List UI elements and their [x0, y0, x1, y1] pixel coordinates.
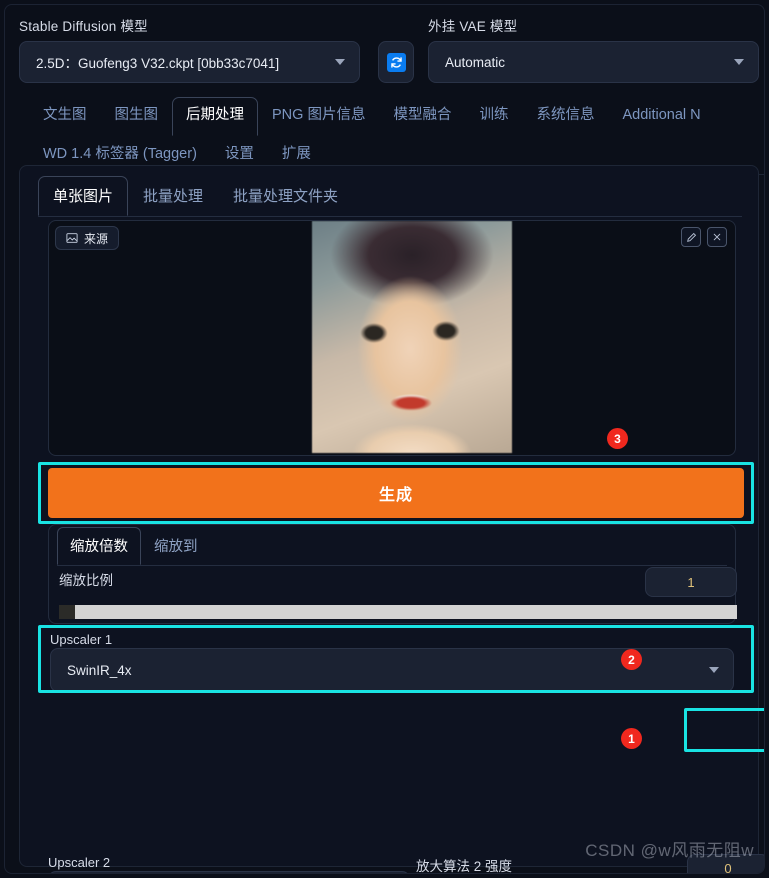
slider-track: [59, 605, 737, 619]
image-area[interactable]: 来源: [48, 220, 736, 456]
upscaler2-strength-label: 放大算法 2 强度: [416, 859, 513, 874]
tab-extras[interactable]: 后期处理: [172, 97, 258, 136]
image-icon: [66, 233, 78, 243]
vae-model-label: 外挂 VAE 模型: [428, 19, 518, 34]
highlight-scale-ratio: [684, 708, 764, 752]
tab-txt2img[interactable]: 文生图: [29, 97, 101, 136]
scale-ratio-number[interactable]: 1: [645, 567, 737, 597]
pencil-icon[interactable]: [681, 227, 701, 247]
scale-ratio-label: 缩放比例: [59, 573, 113, 588]
vae-model-group: 外挂 VAE 模型 Automatic: [428, 15, 759, 83]
main-tab-bar: 文生图 图生图 后期处理 PNG 图片信息 模型融合 训练 系统信息 Addit…: [19, 97, 764, 176]
upscaler2-group: None: [48, 871, 410, 873]
sd-model-label: Stable Diffusion 模型: [19, 19, 148, 34]
upscaler2-dropdown[interactable]: None: [48, 871, 410, 873]
model-selection-row: Stable Diffusion 模型 2.5D：Guofeng3 V32.ck…: [19, 15, 759, 87]
tab-scale-to[interactable]: 缩放到: [141, 527, 211, 565]
annotation-badge-1: 1: [621, 728, 642, 749]
vae-model-dropdown[interactable]: Automatic: [428, 41, 759, 83]
generate-button[interactable]: 生成: [48, 468, 744, 518]
tab-train[interactable]: 训练: [465, 97, 522, 136]
tab-scale-by[interactable]: 缩放倍数: [57, 527, 141, 565]
upscaler2-label: Upscaler 2: [48, 855, 111, 870]
extras-panel: 单张图片 批量处理 批量处理文件夹 来源 生成 缩放倍数 缩放到 缩放比例 1 …: [19, 165, 764, 873]
source-chip: 来源: [55, 226, 120, 250]
chevron-down-icon: [335, 59, 345, 65]
sd-model-dropdown[interactable]: 2.5D：Guofeng3 V32.ckpt [0bb33c7041]: [19, 41, 360, 83]
image-tools: [681, 227, 727, 247]
slider-knob[interactable]: [59, 605, 75, 619]
sd-model-group: Stable Diffusion 模型 2.5D：Guofeng3 V32.ck…: [19, 15, 360, 83]
sd-model-value: 2.5D：Guofeng3 V32.ckpt [0bb33c7041]: [36, 56, 280, 71]
annotation-badge-3: 3: [607, 428, 628, 449]
tab-img2img[interactable]: 图生图: [101, 97, 173, 136]
upscaler2-strength-number[interactable]: 0: [687, 854, 764, 873]
extras-sub-tab-bar: 单张图片 批量处理 批量处理文件夹: [38, 176, 742, 217]
tab-checkpoint-merger[interactable]: 模型融合: [379, 97, 465, 136]
subtab-batch-from-directory[interactable]: 批量处理文件夹: [218, 176, 353, 216]
upscaler1-value: SwinIR_4x: [67, 662, 132, 678]
chevron-down-icon: [734, 59, 744, 65]
refresh-icon: [386, 52, 406, 72]
tab-png-info[interactable]: PNG 图片信息: [258, 97, 379, 136]
tab-additional-networks[interactable]: Additional N: [608, 97, 714, 136]
subtab-single-image[interactable]: 单张图片: [38, 176, 129, 216]
close-icon[interactable]: [707, 227, 727, 247]
vae-model-value: Automatic: [445, 54, 506, 70]
annotation-badge-2: 2: [621, 649, 642, 670]
app-window: Stable Diffusion 模型 2.5D：Guofeng3 V32.ck…: [4, 4, 765, 874]
refresh-models-button[interactable]: [378, 41, 414, 83]
upscaler1-label: Upscaler 1: [50, 632, 113, 647]
source-image-preview: [312, 221, 512, 453]
resize-mode-tab-bar: 缩放倍数 缩放到: [57, 527, 727, 566]
subtab-batch-process[interactable]: 批量处理: [128, 176, 218, 216]
source-label: 来源: [84, 231, 109, 246]
resize-mode-box: 缩放倍数 缩放到 缩放比例 1: [48, 524, 737, 624]
chevron-down-icon: [709, 667, 719, 673]
tab-system-info[interactable]: 系统信息: [522, 97, 608, 136]
scale-ratio-slider[interactable]: [59, 605, 737, 619]
